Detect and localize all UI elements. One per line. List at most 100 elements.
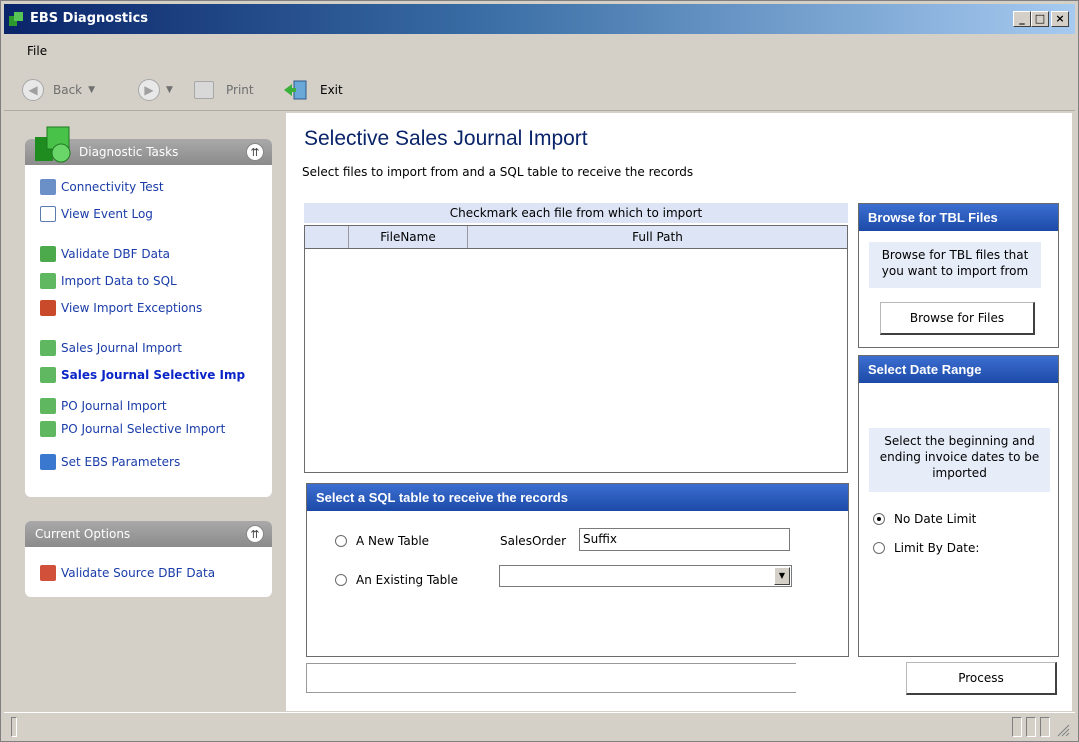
browse-files-header: Browse for TBL Files — [859, 204, 1058, 231]
task-validate-dbf-data[interactable]: Validate DBF Data — [40, 246, 170, 262]
import-icon — [40, 398, 56, 414]
sales-order-prefix-label: SalesOrder — [500, 534, 567, 548]
dropdown-arrow-icon[interactable]: ▼ — [774, 567, 790, 585]
status-cell — [1040, 717, 1050, 737]
forward-arrow-icon: ▶ — [138, 79, 160, 101]
close-button[interactable]: × — [1051, 11, 1069, 27]
collapse-chevron-icon[interactable]: ⇈ — [246, 525, 264, 543]
status-bar — [4, 712, 1075, 739]
diagnostic-tasks-title: Diagnostic Tasks — [79, 145, 179, 159]
task-label: View Event Log — [61, 207, 153, 221]
option-validate-source-dbf-data[interactable]: Validate Source DBF Data — [40, 565, 215, 581]
application-window: EBS Diagnostics _ □ × File ◀ Back ▼ ▶ ▼ … — [0, 0, 1079, 742]
diagnostics-logo-icon — [35, 126, 71, 163]
column-full-path[interactable]: Full Path — [468, 226, 847, 248]
sql-table-group: Select a SQL table to receive the record… — [306, 483, 849, 657]
app-icon — [9, 12, 23, 26]
parameters-icon — [40, 454, 56, 470]
page-title: Selective Sales Journal Import — [304, 127, 588, 150]
file-grid[interactable]: FileName Full Path — [304, 225, 848, 473]
task-label: Set EBS Parameters — [61, 455, 181, 469]
browse-files-group: Browse for TBL Files Browse for TBL file… — [858, 203, 1059, 348]
menu-file[interactable]: File — [27, 44, 47, 58]
exit-label: Exit — [320, 83, 343, 97]
current-options-header[interactable]: Current Options ⇈ — [25, 521, 272, 547]
resize-grip-icon[interactable] — [1056, 723, 1070, 737]
date-range-group: Select Date Range Select the beginning a… — [858, 355, 1059, 657]
no-date-limit-label: No Date Limit — [894, 512, 977, 526]
grid-header: FileName Full Path — [305, 226, 847, 249]
task-label: View Import Exceptions — [61, 301, 203, 315]
task-sales-journal-import[interactable]: Sales Journal Import — [40, 340, 182, 356]
limit-by-date-radio[interactable]: Limit By Date: — [873, 541, 979, 555]
task-label: Validate DBF Data — [61, 247, 171, 261]
column-checkbox[interactable] — [305, 226, 349, 248]
status-cell — [11, 717, 17, 737]
exceptions-icon — [40, 300, 56, 316]
minimize-button[interactable]: _ — [1013, 11, 1031, 27]
import-icon — [40, 421, 56, 437]
exit-button[interactable]: Exit — [282, 79, 343, 101]
forward-dropdown-icon[interactable]: ▼ — [166, 85, 173, 95]
task-import-data-to-sql[interactable]: Import Data to SQL — [40, 273, 177, 289]
validate-icon — [40, 246, 56, 262]
forward-button[interactable]: ▶ ▼ — [138, 79, 173, 101]
task-view-import-exceptions[interactable]: View Import Exceptions — [40, 300, 202, 316]
import-icon — [40, 273, 56, 289]
existing-table-select[interactable]: ▼ — [499, 565, 792, 587]
network-icon — [40, 179, 56, 195]
maximize-button[interactable]: □ — [1031, 11, 1049, 27]
task-po-journal-import[interactable]: PO Journal Import — [40, 398, 167, 414]
window-title: EBS Diagnostics — [30, 11, 149, 26]
date-range-description: Select the beginning and ending invoice … — [869, 428, 1050, 492]
toolbar: ◀ Back ▼ ▶ ▼ Print Exit — [4, 67, 1075, 111]
current-options-title: Current Options — [35, 527, 131, 541]
back-label: Back — [53, 83, 83, 97]
task-sales-journal-selective-import[interactable]: Sales Journal Selective Imp — [40, 367, 245, 383]
existing-table-label: An Existing Table — [356, 573, 459, 587]
progress-status-box — [306, 663, 796, 693]
task-po-journal-selective-import[interactable]: PO Journal Selective Import — [40, 421, 225, 437]
status-cell — [1026, 717, 1036, 737]
radio-button-checked[interactable] — [873, 513, 885, 525]
table-suffix-input[interactable]: Suffix — [579, 528, 790, 551]
task-label: Sales Journal Import — [61, 341, 182, 355]
no-date-limit-radio[interactable]: No Date Limit — [873, 512, 976, 526]
status-cell — [1012, 717, 1022, 737]
task-view-event-log[interactable]: View Event Log — [40, 206, 153, 222]
option-label: Validate Source DBF Data — [61, 566, 216, 580]
task-connectivity-test[interactable]: Connectivity Test — [40, 179, 164, 195]
radio-button[interactable] — [335, 574, 347, 586]
limit-by-date-label: Limit By Date: — [894, 541, 980, 555]
browse-for-files-button[interactable]: Browse for Files — [880, 302, 1035, 335]
task-set-ebs-parameters[interactable]: Set EBS Parameters — [40, 454, 180, 470]
column-filename[interactable]: FileName — [349, 226, 468, 248]
radio-button[interactable] — [873, 542, 885, 554]
task-label: PO Journal Import — [61, 399, 167, 413]
date-range-header: Select Date Range — [859, 356, 1058, 383]
task-label: Sales Journal Selective Imp — [61, 368, 246, 382]
browse-description: Browse for TBL files that you want to im… — [869, 242, 1041, 288]
title-bar: EBS Diagnostics _ □ × — [4, 4, 1075, 34]
page-subtitle: Select files to import from and a SQL ta… — [302, 165, 694, 179]
existing-table-radio[interactable]: An Existing Table — [335, 573, 458, 587]
new-table-label: A New Table — [356, 534, 430, 548]
new-table-radio[interactable]: A New Table — [335, 534, 429, 548]
menu-bar: File — [4, 35, 1075, 65]
radio-button[interactable] — [335, 535, 347, 547]
exit-icon — [284, 80, 307, 100]
import-icon — [40, 340, 56, 356]
collapse-chevron-icon[interactable]: ⇈ — [246, 143, 264, 161]
print-button[interactable]: Print — [194, 79, 254, 101]
current-options-panel: Current Options ⇈ — [25, 521, 272, 597]
main-content: Selective Sales Journal Import Select fi… — [286, 113, 1072, 711]
sql-table-header: Select a SQL table to receive the record… — [307, 484, 848, 511]
back-arrow-icon: ◀ — [22, 79, 44, 101]
process-button[interactable]: Process — [906, 662, 1057, 695]
validate-source-icon — [40, 565, 56, 581]
task-label: PO Journal Selective Import — [61, 422, 226, 436]
task-label: Connectivity Test — [61, 180, 164, 194]
print-label: Print — [226, 83, 254, 97]
back-dropdown-icon[interactable]: ▼ — [88, 85, 95, 95]
back-button[interactable]: ◀ Back ▼ — [22, 79, 95, 101]
